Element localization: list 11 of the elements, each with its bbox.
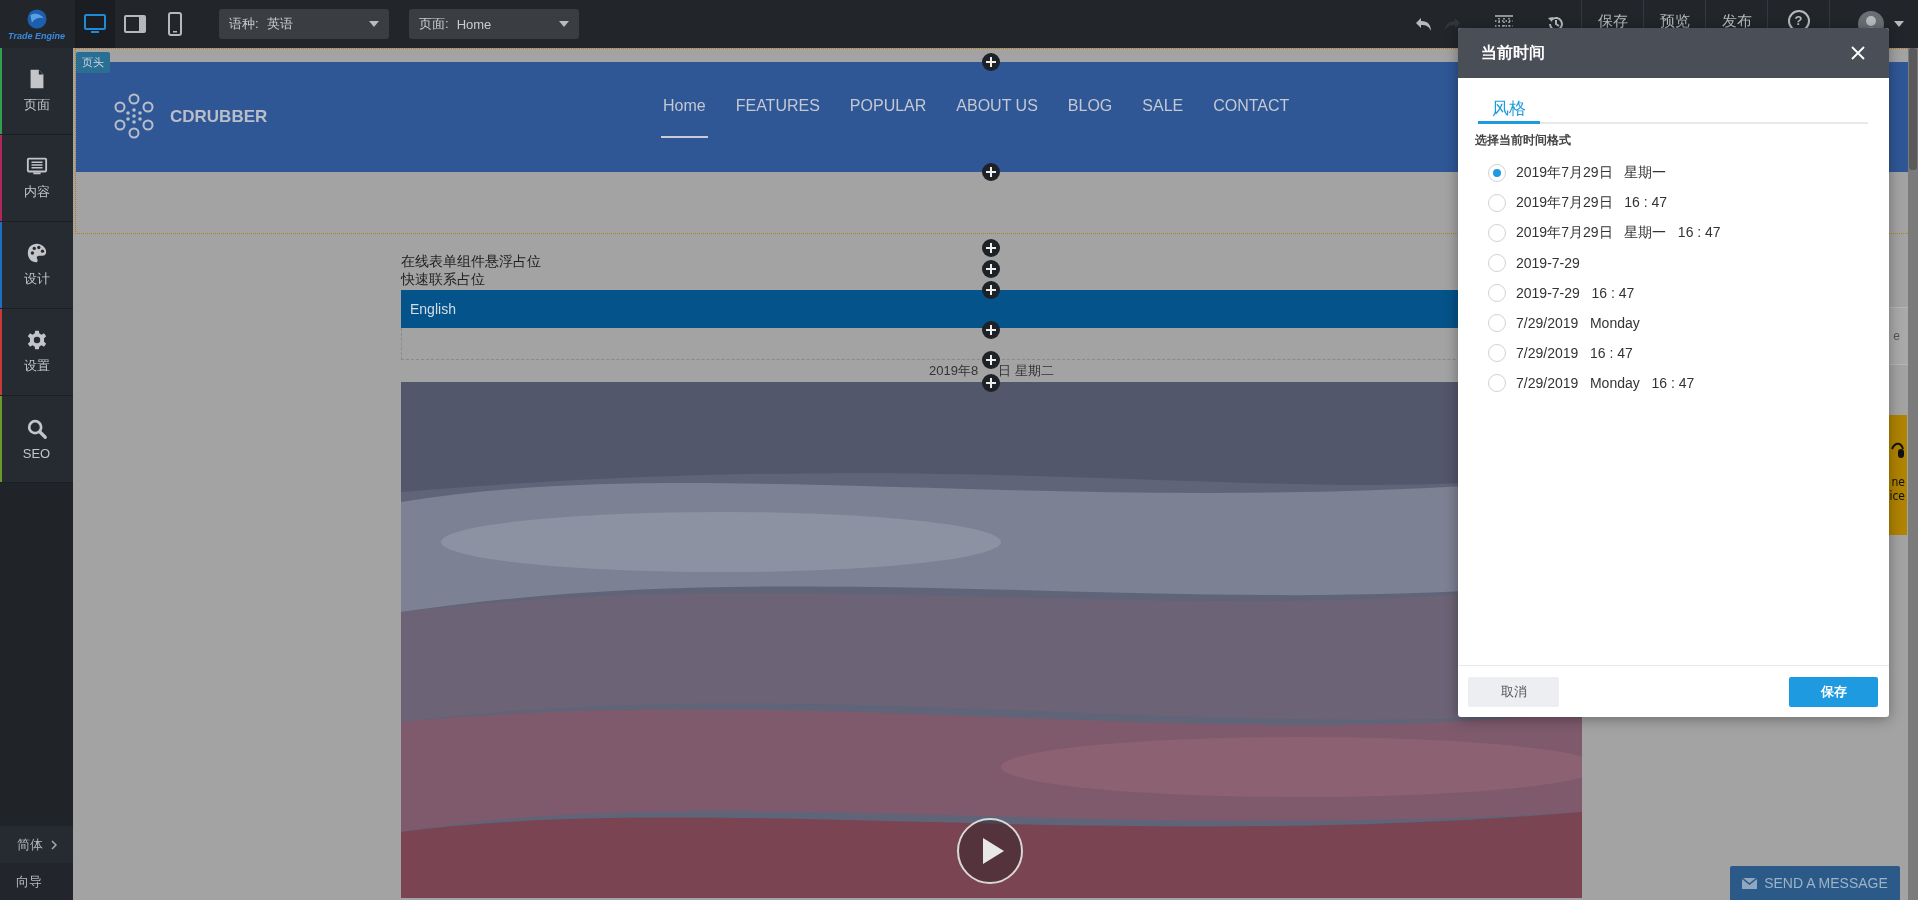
panel-text: e bbox=[1893, 329, 1900, 343]
placeholder-text: 在线表单组件悬浮占位 bbox=[401, 252, 541, 270]
widget-text: ice bbox=[1889, 489, 1905, 503]
date-text: 2019年8 bbox=[929, 362, 979, 380]
brand-name: CDRUBBER bbox=[170, 107, 268, 127]
section-tag: 页头 bbox=[76, 52, 110, 73]
placeholder-text: 快速联系占位 bbox=[401, 270, 485, 288]
field-label: 选择当前时间格式 bbox=[1475, 132, 1572, 149]
date-text: 日 星期二 bbox=[998, 362, 1054, 380]
widget-text: ne bbox=[1891, 475, 1905, 489]
logo-text: Trade Engine bbox=[8, 30, 65, 41]
